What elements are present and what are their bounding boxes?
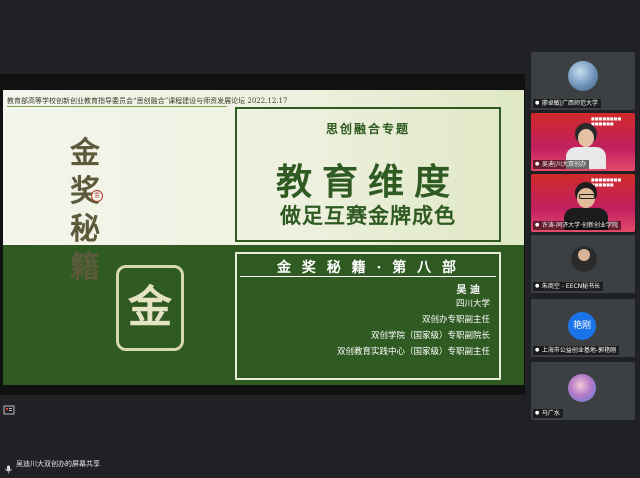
participant-tile[interactable]: 艳刚 ● 上海市公益创业基地-郭艳刚 (531, 299, 635, 357)
participant-tile[interactable]: ■■■■■■■■ ■■■■■■ ● 许涛-同济大学·创新创业学院 (531, 174, 635, 232)
avatar (568, 374, 596, 402)
participant-tile[interactable]: ● 朱商空 - EECN秘书长 (531, 235, 635, 293)
slide-title: 教育维度 (275, 161, 460, 203)
screen-share-status: 吴迪川大双创办的屏幕共享 (0, 454, 200, 474)
calligraphy-char: 秘 (70, 212, 100, 247)
mic-icon: ● (535, 410, 540, 416)
participant-name: ● 朱商空 - EECN秘书长 (533, 282, 604, 291)
mic-icon: ● (535, 161, 540, 167)
avatar (568, 61, 598, 91)
participant-name: ● 廖卓敏|广西师范大学 (533, 99, 601, 108)
background-banner: ■■■■■■■■ ■■■■■■ (591, 116, 622, 126)
red-seal-icon: 金 (91, 190, 103, 202)
background-banner: ■■■■■■■■ ■■■■■■ (591, 177, 622, 187)
avatar-face (578, 249, 590, 261)
speaker-university: 四川大学 (455, 299, 490, 309)
topic-label: 思创融合专题 (325, 122, 410, 136)
slide-header: 教育部高等学校创新创业教育指导委员会“思创融合”课程建设与师资发展论坛 2022… (7, 97, 288, 105)
microphone-icon (4, 459, 13, 474)
series-part-label: 金 奖 秘 籍 · 第 八 部 (277, 260, 459, 276)
participant-name: ● 马广水 (533, 409, 563, 418)
participant-name: ● 上海市公益创业基地-郭艳刚 (533, 346, 620, 355)
speaker-role: 双创学院（国家级）专职副院长 (370, 331, 490, 341)
presentation-slide: 教育部高等学校创新创业教育指导委员会“思创融合”课程建设与师资发展论坛 2022… (3, 90, 524, 385)
participant-tile[interactable]: ● 廖卓敏|广西师范大学 (531, 52, 635, 110)
gold-stamp-icon: 金 (116, 265, 184, 351)
mic-icon: ● (535, 100, 540, 106)
calligraphy-vertical-text: 金 奖 秘 籍 (63, 135, 107, 385)
mic-icon: ● (535, 222, 540, 228)
speaker-role: 双创教育实践中心（国家级）专职副主任 (336, 347, 490, 357)
participant-tile[interactable]: ● 马广水 (531, 362, 635, 420)
speaker-role: 双创办专职副主任 (421, 315, 490, 325)
mic-icon: ● (535, 347, 540, 353)
speaker-name: 吴 迪 (456, 285, 480, 296)
participant-name: ● 吴迪|川大双创办 (533, 160, 589, 169)
share-toolbar-icon[interactable] (3, 400, 15, 415)
slide-subtitle: 做足互赛金牌成色 (280, 203, 456, 228)
share-status-label: 吴迪川大双创办的屏幕共享 (16, 460, 100, 468)
participant-name: ● 许涛-同济大学·创新创业学院 (533, 221, 621, 230)
calligraphy-char: 金 (70, 136, 100, 171)
glasses-icon (579, 194, 595, 199)
header-divider (7, 106, 227, 107)
participant-tile[interactable]: ■■■■■■■■ ■■■■■■ ● 吴迪|川大双创办 (531, 113, 635, 171)
calligraphy-char: 籍 (70, 250, 100, 285)
mic-icon: ● (535, 283, 540, 289)
avatar: 艳刚 (568, 312, 596, 340)
person-face (578, 129, 594, 147)
info-divider (240, 276, 496, 277)
